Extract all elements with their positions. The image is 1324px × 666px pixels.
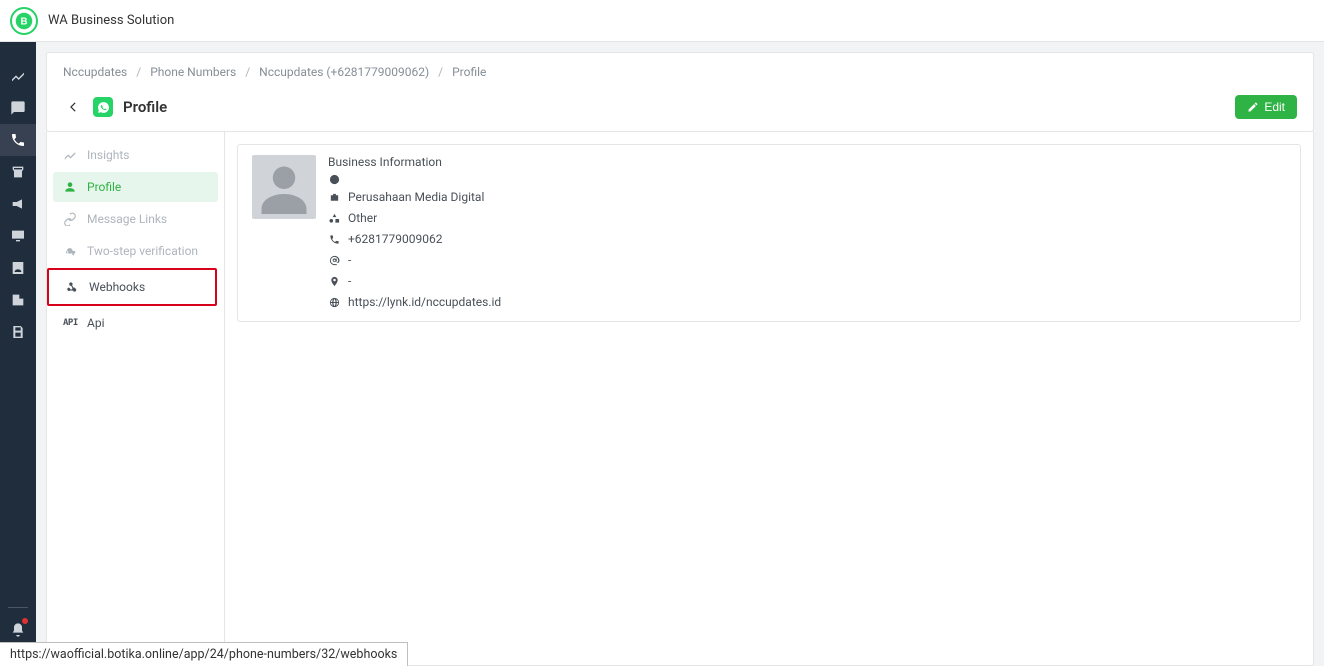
briefcase-icon	[328, 191, 340, 203]
breadcrumb-item-0[interactable]: Nccupdates	[63, 65, 127, 79]
notification-dot	[22, 618, 28, 624]
at-icon	[328, 254, 340, 266]
left-rail	[0, 42, 36, 666]
rail-reports[interactable]	[0, 284, 36, 316]
page-header: Profile Edit	[47, 91, 1313, 131]
business-category: Other	[348, 209, 377, 227]
api-icon: API	[63, 318, 77, 328]
rail-divider	[8, 607, 28, 608]
business-address: -	[348, 272, 351, 290]
rail-contacts[interactable]	[0, 252, 36, 284]
business-website: https://lynk.id/nccupdates.id	[348, 293, 501, 311]
back-button[interactable]	[63, 97, 83, 117]
rail-phone[interactable]	[0, 124, 36, 156]
svg-text:B: B	[20, 16, 27, 27]
subnav-message-links[interactable]: Message Links	[53, 204, 218, 234]
breadcrumb-item-3: Profile	[452, 65, 486, 79]
subnav-webhooks[interactable]: Webhooks	[47, 268, 217, 306]
edit-button[interactable]: Edit	[1235, 95, 1297, 119]
status-bar-url: https://waofficial.botika.online/app/24/…	[0, 642, 408, 666]
business-info-heading: Business Information	[328, 155, 1286, 169]
info-phone-row: +6281779009062	[328, 230, 1286, 248]
rail-broadcast[interactable]	[0, 188, 36, 220]
globe-icon	[328, 296, 340, 308]
info-website-row: https://lynk.id/nccupdates.id	[328, 293, 1286, 311]
subnav-api[interactable]: API Api	[53, 308, 218, 338]
rail-analytics[interactable]	[0, 60, 36, 92]
category-icon	[328, 212, 340, 224]
info-email-row: -	[328, 251, 1286, 269]
business-avatar	[252, 155, 316, 219]
subnav-label: Message Links	[87, 212, 167, 226]
subnav-label: Profile	[87, 180, 121, 194]
subnav-label: Webhooks	[89, 280, 145, 294]
subnav-label: Api	[87, 316, 104, 330]
page-title: Profile	[123, 98, 167, 116]
sub-navigation: Insights Profile Message Links Two-step …	[47, 132, 225, 665]
business-phone: +6281779009062	[348, 230, 442, 248]
breadcrumb: Nccupdates / Phone Numbers / Nccupdates …	[47, 53, 1313, 91]
rail-save[interactable]	[0, 316, 36, 348]
info-company-row: Perusahaan Media Digital	[328, 188, 1286, 206]
breadcrumb-item-1[interactable]: Phone Numbers	[150, 65, 236, 79]
info-category-row: Other	[328, 209, 1286, 227]
app-header: B WA Business Solution	[0, 0, 1324, 42]
subnav-label: Insights	[87, 148, 129, 162]
rail-desktop[interactable]	[0, 220, 36, 252]
app-logo: B	[10, 7, 38, 35]
subnav-two-step[interactable]: Two-step verification	[53, 236, 218, 266]
rail-store[interactable]	[0, 156, 36, 188]
rail-chat[interactable]	[0, 92, 36, 124]
business-company: Perusahaan Media Digital	[348, 188, 484, 206]
edit-button-label: Edit	[1264, 100, 1285, 114]
breadcrumb-item-2[interactable]: Nccupdates (+6281779009062)	[259, 65, 429, 79]
page-card: Nccupdates / Phone Numbers / Nccupdates …	[46, 52, 1314, 132]
subnav-label: Two-step verification	[87, 244, 198, 258]
location-icon	[328, 275, 340, 287]
app-title: WA Business Solution	[48, 13, 174, 28]
business-email: -	[348, 251, 351, 269]
detail-panel: Business Information Perusahaan Media Di…	[225, 132, 1313, 665]
info-about-row	[328, 173, 1286, 185]
info-address-row: -	[328, 272, 1286, 290]
whatsapp-icon	[93, 97, 113, 117]
phone-icon	[328, 233, 340, 245]
info-icon	[328, 173, 340, 185]
subnav-insights[interactable]: Insights	[53, 140, 218, 170]
subnav-profile[interactable]: Profile	[53, 172, 218, 202]
